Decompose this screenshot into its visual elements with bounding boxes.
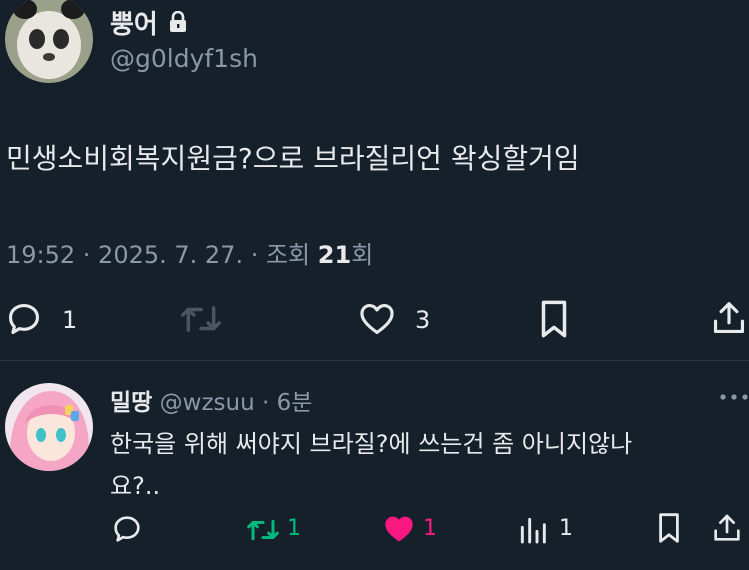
reply-text-line1: 한국을 위해 써야지 브라질?에 쓰는건 좀 아니지않나	[110, 430, 633, 458]
lock-icon	[168, 11, 188, 33]
author-name-row: 뿡어	[110, 4, 188, 41]
view-count: 21	[317, 241, 352, 269]
retweet-icon[interactable]	[178, 300, 224, 338]
reply-views-count: 1	[559, 516, 573, 541]
reply-bookmark-icon[interactable]	[655, 511, 683, 545]
bookmark-icon[interactable]	[536, 298, 572, 340]
more-icon[interactable]	[719, 392, 749, 402]
divider	[0, 360, 749, 361]
views-icon[interactable]	[517, 514, 549, 546]
reply-handle[interactable]: @wzsuu	[160, 390, 255, 416]
reply-display-name[interactable]: 밀땅	[110, 390, 152, 416]
like-count: 3	[415, 306, 431, 334]
reply-header: 밀땅 @wzsuu · 6분	[110, 383, 312, 417]
view-count-suffix: 회	[351, 241, 374, 269]
post-text: 민생소비회복지원금?으로 브라질리언 왁싱할거임	[6, 142, 580, 175]
reply-share-icon[interactable]	[711, 511, 743, 545]
reply-text-line2: 요?..	[110, 472, 161, 500]
reply-retweet-icon[interactable]	[245, 515, 281, 545]
share-icon[interactable]	[710, 298, 748, 338]
reply-reply-icon[interactable]	[111, 513, 143, 545]
reply-retweet-count: 1	[287, 516, 301, 541]
author-avatar[interactable]	[5, 0, 93, 83]
reply-icon[interactable]	[5, 300, 43, 338]
reply-like-count: 1	[423, 516, 437, 541]
reply-like-icon[interactable]	[382, 513, 416, 545]
post-meta: 19:52 · 2025. 7. 27. · 조회 21회	[6, 235, 373, 270]
like-icon[interactable]	[357, 300, 397, 338]
reply-count: 1	[62, 306, 78, 334]
reply-time[interactable]: · 6분	[262, 390, 312, 416]
post-timestamp[interactable]: 19:52 · 2025. 7. 27. · 조회	[6, 241, 310, 269]
author-handle[interactable]: @g0ldyf1sh	[110, 44, 258, 73]
reply-author-avatar[interactable]	[5, 383, 93, 471]
author-display-name[interactable]: 뿡어	[110, 4, 158, 41]
